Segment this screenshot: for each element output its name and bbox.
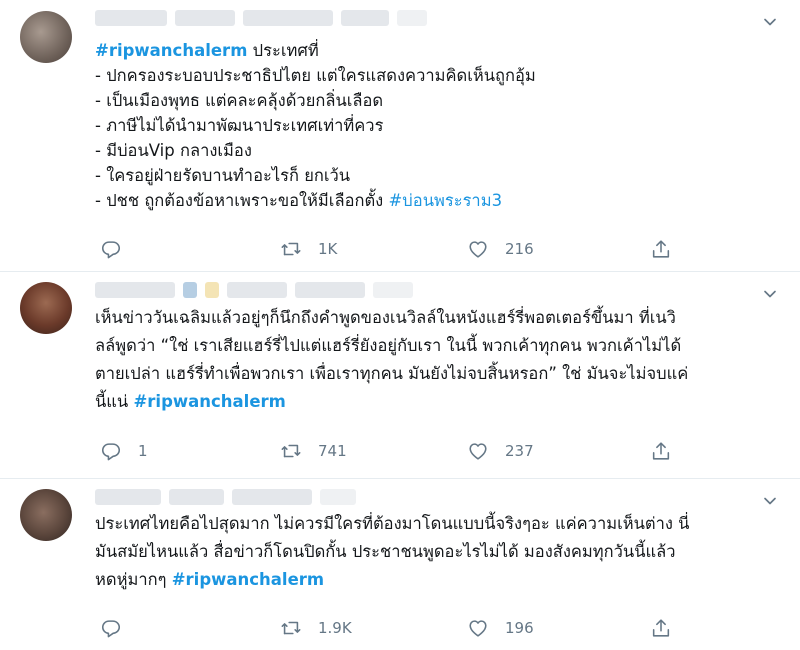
retweet-count: 1.9K xyxy=(318,619,352,637)
tweet-text-segment: มันสมัยไหนแล้ว สื่อข่าวก็โดนปิดกั้น ประช… xyxy=(95,542,676,561)
tweet-actions: 1 741 237 xyxy=(95,440,695,464)
reply-button[interactable] xyxy=(100,238,138,260)
tweet-text-segment: - เป็นเมืองพุทธ แต่คละคลุ้งด้วยกลิ่นเลือ… xyxy=(95,91,384,110)
tweet-text-segment: เห็นข่าววันเฉลิมแล้วอยู่ๆก็นึกถึงคำพูดขอ… xyxy=(95,308,676,327)
tweet[interactable]: ประเทศไทยคือไปสุดมาก ไม่ควรมีใครที่ต้องม… xyxy=(0,479,800,650)
hashtag-link[interactable]: #ripwanchalerm xyxy=(172,570,324,589)
reply-button[interactable] xyxy=(100,617,138,639)
tweet-text: #ripwanchalerm ประเทศที่ - ปกครองระบอบประ… xyxy=(95,38,778,213)
tweet-text-segment: - มีบ่อนVip กลางเมือง xyxy=(95,141,252,160)
tweet-text-segment: - ปกครองระบอบประชาธิปไตย แต่ใครแสดงความค… xyxy=(95,66,536,85)
like-count: 237 xyxy=(505,442,534,460)
hashtag-link[interactable]: #ripwanchalerm xyxy=(133,392,285,411)
tweet-text-line: - ปกครองระบอบประชาธิปไตย แต่ใครแสดงความค… xyxy=(95,63,778,88)
retweet-icon xyxy=(281,242,301,256)
retweet-button[interactable]: 741 xyxy=(280,440,347,462)
retweet-button[interactable]: 1K xyxy=(280,238,337,260)
share-button[interactable] xyxy=(650,617,672,639)
share-button[interactable] xyxy=(650,238,672,260)
tweet-text-segment: นี้แน่ xyxy=(95,392,134,411)
heart-icon xyxy=(469,620,487,637)
like-count: 196 xyxy=(505,619,534,637)
tweet-text-line: ตายเปล่า แฮร์รี่ทำเพื่อพวกเรา เพื่อเราทุ… xyxy=(95,360,778,388)
tweet-text-line: เห็นข่าววันเฉลิมแล้วอยู่ๆก็นึกถึงคำพูดขอ… xyxy=(95,304,778,332)
reply-icon xyxy=(101,443,121,461)
tweet-text-line: - เป็นเมืองพุทธ แต่คละคลุ้งด้วยกลิ่นเลือ… xyxy=(95,88,778,113)
tweet-feed: #ripwanchalerm ประเทศที่ - ปกครองระบอบประ… xyxy=(0,0,800,650)
tweet[interactable]: เห็นข่าววันเฉลิมแล้วอยู่ๆก็นึกถึงคำพูดขอ… xyxy=(0,272,800,479)
reply-icon xyxy=(101,620,121,638)
tweet-header-blurred xyxy=(95,489,356,509)
like-count: 216 xyxy=(505,240,534,258)
tweet-text-line: - ภาษีไม่ได้นำมาพัฒนาประเทศเท่าที่ควร xyxy=(95,113,778,138)
tweet[interactable]: #ripwanchalerm ประเทศที่ - ปกครองระบอบประ… xyxy=(0,0,800,272)
tweet-text-line: #ripwanchalerm ประเทศที่ xyxy=(95,38,778,63)
tweet-header-blurred xyxy=(95,282,413,302)
tweet-text-line: - มีบ่อนVip กลางเมือง xyxy=(95,138,778,163)
retweet-count: 741 xyxy=(318,442,347,460)
tweet-text-segment: - ปชช ถูกต้องข้อหาเพราะขอให้มีเลือกตั้ง xyxy=(95,191,389,210)
tweet-text-line: หดหู่มากๆ #ripwanchalerm xyxy=(95,566,778,594)
avatar[interactable] xyxy=(20,282,72,334)
tweet-text-segment: ลล์พูดว่า “ใช่ เราเสียแฮร์รี่ไปแต่แฮร์รี… xyxy=(95,336,682,355)
tweet-text: เห็นข่าววันเฉลิมแล้วอยู่ๆก็นึกถึงคำพูดขอ… xyxy=(95,304,778,416)
chevron-down-icon[interactable] xyxy=(760,491,780,511)
avatar[interactable] xyxy=(20,11,72,63)
chevron-down-icon[interactable] xyxy=(760,12,780,32)
retweet-icon xyxy=(281,621,301,635)
hashtag-link[interactable]: #บ่อนพระราม3 xyxy=(388,191,502,210)
reply-icon xyxy=(101,241,121,259)
retweet-button[interactable]: 1.9K xyxy=(280,617,352,639)
tweet-text-line: นี้แน่ #ripwanchalerm xyxy=(95,388,778,416)
share-icon xyxy=(652,619,670,637)
tweet-text-segment: ประเทศที่ xyxy=(247,41,319,60)
tweet-text-line: ประเทศไทยคือไปสุดมาก ไม่ควรมีใครที่ต้องม… xyxy=(95,510,778,538)
like-button[interactable]: 216 xyxy=(467,238,534,260)
reply-button[interactable]: 1 xyxy=(100,440,148,462)
tweet-text-line: - ใครอยู่ฝ่ายรัดบานทำอะไรก็ ยกเว้น xyxy=(95,163,778,188)
tweet-actions: 1.9K 196 xyxy=(95,617,695,641)
tweet-text-segment: ตายเปล่า แฮร์รี่ทำเพื่อพวกเรา เพื่อเราทุ… xyxy=(95,364,689,383)
tweet-text-line: มันสมัยไหนแล้ว สื่อข่าวก็โดนปิดกั้น ประช… xyxy=(95,538,778,566)
tweet-text-line: ลล์พูดว่า “ใช่ เราเสียแฮร์รี่ไปแต่แฮร์รี… xyxy=(95,332,778,360)
tweet-text-segment: หดหู่มากๆ xyxy=(95,570,172,589)
tweet-text: ประเทศไทยคือไปสุดมาก ไม่ควรมีใครที่ต้องม… xyxy=(95,510,778,594)
tweet-actions: 1K 216 xyxy=(95,238,695,262)
hashtag-link[interactable]: #ripwanchalerm xyxy=(95,41,247,60)
tweet-text-segment: ประเทศไทยคือไปสุดมาก ไม่ควรมีใครที่ต้องม… xyxy=(95,514,690,533)
share-icon xyxy=(652,240,670,258)
retweet-count: 1K xyxy=(318,240,338,258)
tweet-text-segment: - ใครอยู่ฝ่ายรัดบานทำอะไรก็ ยกเว้น xyxy=(95,166,351,185)
chevron-down-icon[interactable] xyxy=(760,284,780,304)
heart-icon xyxy=(469,443,487,460)
tweet-header-blurred xyxy=(95,10,427,30)
share-button[interactable] xyxy=(650,440,672,462)
avatar[interactable] xyxy=(20,489,72,541)
reply-count: 1 xyxy=(138,442,148,460)
like-button[interactable]: 237 xyxy=(467,440,534,462)
heart-icon xyxy=(469,241,487,258)
share-icon xyxy=(652,442,670,460)
like-button[interactable]: 196 xyxy=(467,617,534,639)
tweet-text-line: - ปชช ถูกต้องข้อหาเพราะขอให้มีเลือกตั้ง … xyxy=(95,188,778,213)
retweet-icon xyxy=(281,444,301,458)
tweet-text-segment: - ภาษีไม่ได้นำมาพัฒนาประเทศเท่าที่ควร xyxy=(95,116,384,135)
